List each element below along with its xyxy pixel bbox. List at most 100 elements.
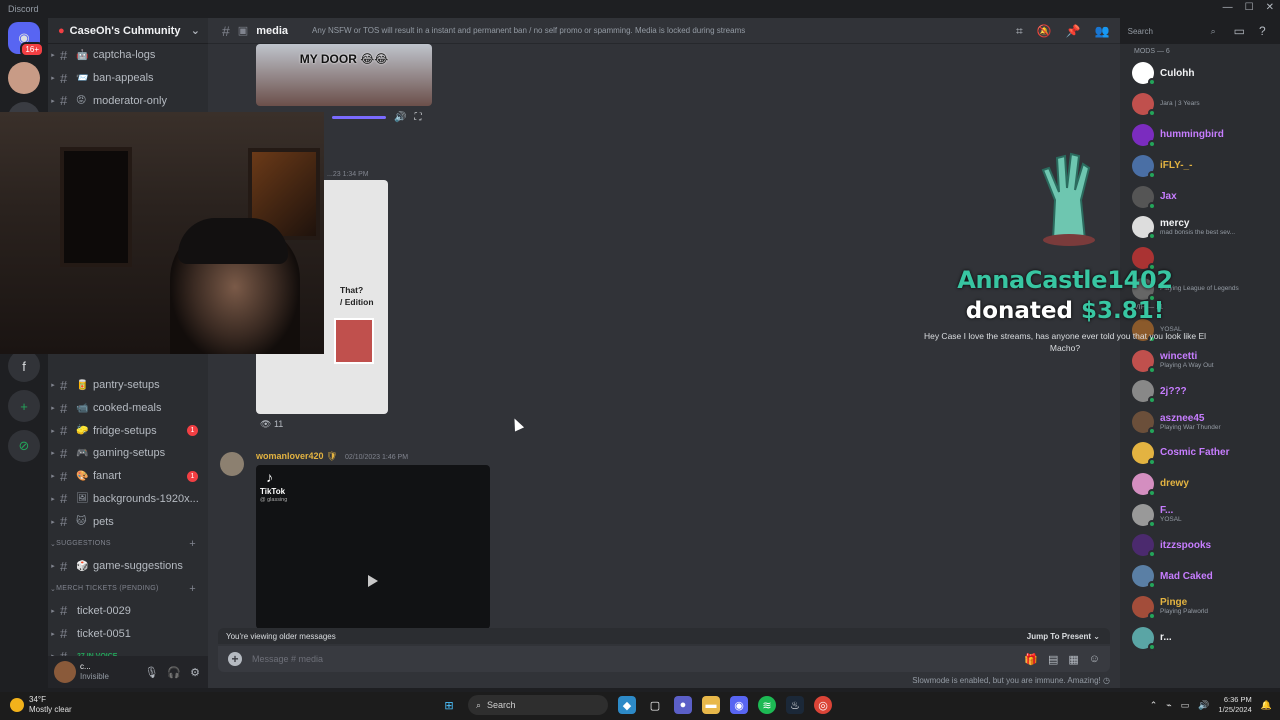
headphones-icon[interactable]: 🎧 xyxy=(167,666,181,679)
embed-thumbnail[interactable] xyxy=(334,318,374,364)
member-item[interactable]: Jara | 3 Years xyxy=(1120,89,1280,120)
microphone-icon[interactable]: 🎙 xyxy=(144,666,158,679)
member-item[interactable]: Culohh xyxy=(1120,58,1280,89)
channel-ticket-0051[interactable]: ▸ # ticket-0051 xyxy=(48,622,208,645)
jump-to-present-button[interactable]: Jump To Present ⌄ xyxy=(1027,632,1110,641)
message-image[interactable]: MY DOOR 😂😂 xyxy=(256,44,432,106)
chrome-icon[interactable]: ◎ xyxy=(814,696,832,714)
fullscreen-icon[interactable]: ⛶ xyxy=(414,112,421,123)
play-icon[interactable] xyxy=(368,575,378,587)
channel-ticket-0029[interactable]: ▸ # ticket-0029 xyxy=(48,600,208,623)
inbox-icon[interactable]: ▭ xyxy=(1234,24,1245,38)
search-input[interactable]: Search ⌕ xyxy=(1123,23,1220,39)
member-item[interactable]: Pinge Playing Palworld xyxy=(1120,592,1280,623)
hash-icon: # xyxy=(60,377,68,393)
copilot-icon[interactable]: ◆ xyxy=(618,696,636,714)
home-server-button[interactable]: ◉ 16+ xyxy=(8,22,44,57)
pin-icon[interactable]: 📌 xyxy=(1066,24,1081,38)
channel-captcha-logs[interactable]: ▸ # 🤖 captcha-logs xyxy=(48,44,208,67)
maximize-icon[interactable]: ☐ xyxy=(1245,2,1254,13)
guild-header[interactable]: ● CaseOh's Cuhmunity ⌄ xyxy=(48,18,208,44)
gear-icon[interactable]: ⚙ xyxy=(190,666,200,679)
close-icon[interactable]: ✕ xyxy=(1266,2,1274,13)
category-merch-tickets[interactable]: ⌄ Merch Tickets (Pending) + xyxy=(48,578,208,600)
sticker-icon[interactable]: ▦ xyxy=(1068,653,1078,666)
gif-icon[interactable]: ▤ xyxy=(1048,653,1058,666)
channel-ban-appeals[interactable]: ▸ # 📨 ban-appeals xyxy=(48,67,208,90)
attach-button[interactable]: + xyxy=(228,652,242,666)
member-item[interactable]: Mad Caked xyxy=(1120,561,1280,592)
member-activity: Jara | 3 Years xyxy=(1160,100,1200,108)
user-status: Invisible xyxy=(80,672,109,681)
member-name-block: 2j??? xyxy=(1160,386,1187,397)
taskbar-clock[interactable]: 6:36 PM 1/25/2024 xyxy=(1218,695,1251,715)
channel-fridge-setups[interactable]: ▸ # 🧽 fridge-setups 1 xyxy=(48,419,208,442)
channel-gaming-setups[interactable]: ▸ # 🎮 gaming-setups xyxy=(48,442,208,465)
chevron-down-icon: ⌄ xyxy=(190,25,200,37)
file-explorer-icon[interactable]: ▬ xyxy=(702,696,720,714)
chat-icon[interactable]: ● xyxy=(674,696,692,714)
emoji-icon[interactable]: ☺ xyxy=(1089,653,1100,666)
channel-toolbar: ⌗ 🔕 📌 👥 Search ⌕ ▭ ? xyxy=(1010,18,1280,44)
help-icon[interactable]: ? xyxy=(1259,24,1266,38)
status-dot-icon xyxy=(1148,550,1156,559)
members-icon[interactable]: 👥 xyxy=(1095,24,1110,38)
channel-backgrounds[interactable]: ▸ # 🖼 backgrounds-1920x... xyxy=(48,488,208,511)
category-suggestions[interactable]: ⌄ Suggestions + xyxy=(48,533,208,555)
notification-bell-icon[interactable]: 🔔 xyxy=(1261,700,1272,711)
member-item[interactable]: F... YOSAL xyxy=(1120,499,1280,530)
gift-icon[interactable]: 🎁 xyxy=(1024,653,1038,666)
windows-start-icon[interactable]: ⊞ xyxy=(440,696,458,714)
member-item[interactable]: Cosmic Father xyxy=(1120,438,1280,469)
add-channel-icon[interactable]: + xyxy=(189,583,196,595)
threads-icon[interactable]: ⌗ xyxy=(1016,24,1023,39)
add-channel-icon[interactable]: + xyxy=(189,538,196,550)
volume-slider[interactable] xyxy=(332,115,386,119)
member-item[interactable]: 2j??? xyxy=(1120,376,1280,407)
channel-pantry-setups[interactable]: ▸ # 🥫 pantry-setups xyxy=(48,374,208,397)
clock-date: 1/25/2024 xyxy=(1218,705,1252,714)
server-avatar-button[interactable] xyxy=(8,62,40,94)
user-panel: c... Invisible 🎙 🎧 ⚙ xyxy=(48,656,208,688)
mute-bell-icon[interactable]: 🔕 xyxy=(1037,24,1052,38)
discord-icon[interactable]: ◉ xyxy=(730,696,748,714)
message-author[interactable]: womanlover420 xyxy=(256,451,324,461)
member-item[interactable]: itzzspooks xyxy=(1120,530,1280,561)
taskbar-search[interactable]: ⌕ Search xyxy=(468,695,608,715)
tiktok-icon: ♪ xyxy=(266,469,273,485)
avatar[interactable] xyxy=(220,452,244,476)
channel-fanart[interactable]: ▸ # 🎨 fanart 1 xyxy=(48,465,208,488)
system-tray: ⌃ ⌁ ▭ 🔊 6:36 PM 1/25/2024 🔔 xyxy=(1150,695,1272,715)
network-icon[interactable]: ⌁ xyxy=(1166,700,1171,711)
add-server-button[interactable]: + xyxy=(8,390,40,422)
avatar[interactable] xyxy=(54,661,76,683)
hash-icon: # xyxy=(60,70,68,86)
channel-emoji: 🥫 xyxy=(76,379,89,391)
member-name-block: Cosmic Father xyxy=(1160,447,1229,458)
server-f-button[interactable]: f xyxy=(8,350,40,382)
channel-pets[interactable]: ▸ # 🐱 pets xyxy=(48,510,208,533)
channel-topic[interactable]: Any NSFW or TOS will result in a instant… xyxy=(312,26,745,35)
member-item[interactable]: drewy xyxy=(1120,468,1280,499)
channel-game-suggestions[interactable]: ▸ # 🎲 game-suggestions xyxy=(48,555,208,578)
video-embed[interactable]: ♪ TikTok @ glassing xyxy=(256,465,490,629)
channel-title: media xyxy=(256,24,288,37)
member-item[interactable]: asznee45 Playing War Thunder xyxy=(1120,407,1280,438)
message-input[interactable]: Message # media xyxy=(252,654,323,664)
member-name: drewy xyxy=(1160,478,1189,490)
channel-moderator-only[interactable]: ▸ # 😡 moderator-only xyxy=(48,89,208,112)
member-item[interactable]: r... xyxy=(1120,622,1280,653)
channel-label: gaming-setups xyxy=(93,447,166,460)
explore-servers-button[interactable]: ⊘ xyxy=(8,430,40,462)
display-icon[interactable]: ▭ xyxy=(1181,700,1190,711)
steam-icon[interactable]: ♨ xyxy=(786,696,804,714)
task-view-icon[interactable]: ▢ xyxy=(646,696,664,714)
volume-icon[interactable]: 🔊 xyxy=(1198,700,1209,711)
eye-icon: 👁 xyxy=(260,419,272,429)
volume-icon[interactable]: 🔊 xyxy=(394,112,406,123)
minimize-icon[interactable]: — xyxy=(1223,2,1233,13)
channel-cooked-meals[interactable]: ▸ # 📹 cooked-meals xyxy=(48,397,208,420)
spotify-icon[interactable]: ≋ xyxy=(758,696,776,714)
chevron-up-icon[interactable]: ⌃ xyxy=(1150,700,1158,711)
weather-widget[interactable]: 34°F Mostly clear xyxy=(10,695,72,715)
